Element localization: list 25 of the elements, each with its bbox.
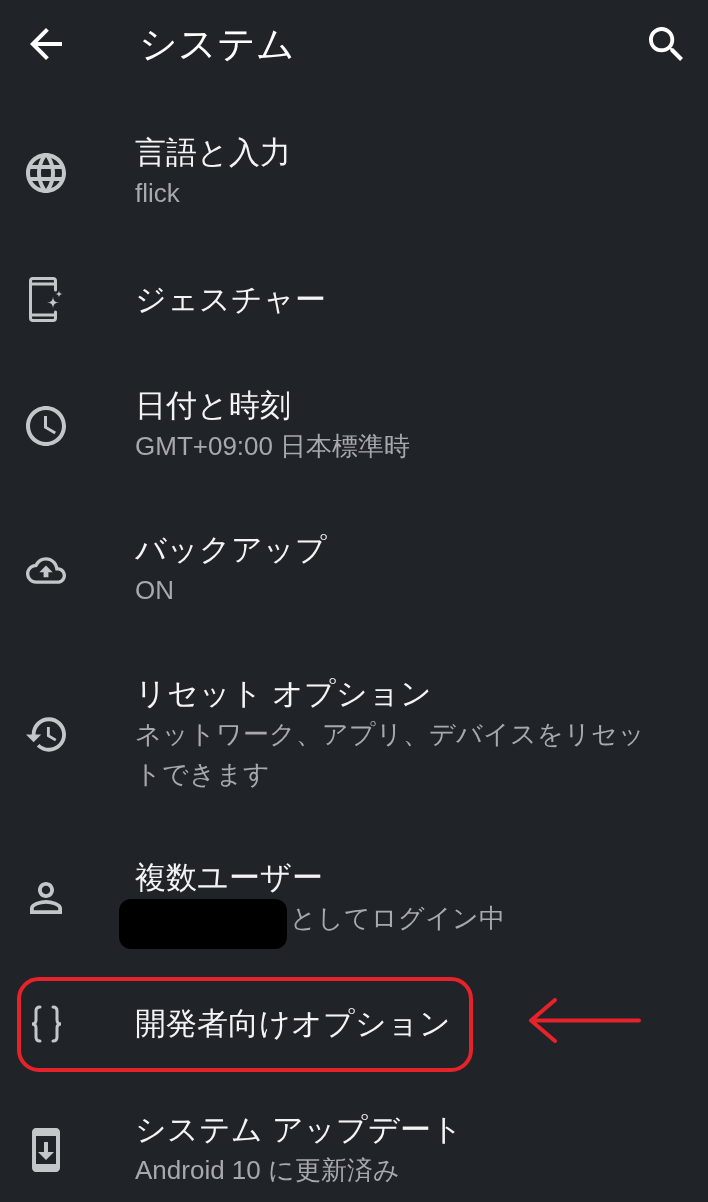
setting-summary: としてログイン中 (290, 902, 505, 935)
page-title: システム (139, 22, 295, 67)
clock-icon (26, 406, 66, 446)
setting-title[interactable]: ジェスチャー (135, 279, 326, 320)
setting-title[interactable]: システム アップデート (135, 1110, 463, 1150)
setting-title[interactable]: 複数ユーザー (135, 858, 323, 898)
back-arrow-icon (30, 28, 62, 60)
person-icon (30, 882, 62, 914)
history-icon (26, 716, 66, 752)
setting-title[interactable]: リセット オプション (135, 674, 432, 714)
setting-summary: GMT+09:00 日本標準時 (135, 430, 411, 463)
braces-icon (29, 1005, 63, 1043)
cloud-upload-icon (26, 556, 66, 584)
setting-title[interactable]: 言語と入力 (135, 133, 291, 173)
setting-title[interactable]: 開発者向けオプション (135, 1004, 451, 1044)
globe-icon (26, 153, 66, 193)
setting-summary: ネットワーク、アプリ、デバイスをリセットできます (135, 718, 646, 791)
phone-download-icon (32, 1128, 60, 1172)
setting-title[interactable]: バックアップ (135, 530, 327, 570)
setting-summary: Android 10 に更新済み (135, 1154, 400, 1187)
setting-summary: ON (135, 574, 174, 607)
phone-sparkle-icon (29, 277, 63, 322)
search-icon (649, 27, 683, 61)
setting-summary: flick (135, 177, 180, 210)
setting-title[interactable]: 日付と時刻 (135, 386, 291, 426)
